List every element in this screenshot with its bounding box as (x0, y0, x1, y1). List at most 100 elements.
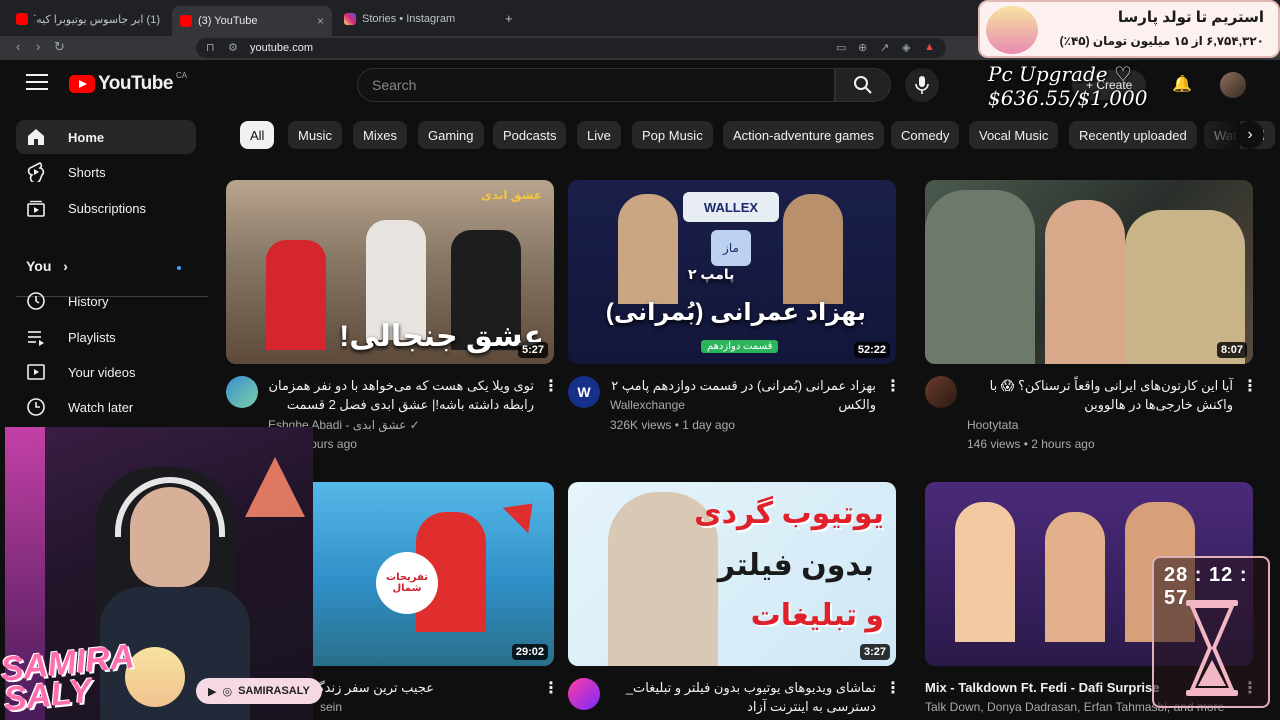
video-title[interactable]: توی ویلا یکی هست که می‌خواهد با دو نفر ه… (268, 376, 534, 414)
search-button[interactable] (835, 68, 891, 102)
thumb-overlay-text: عشق جنجالی! (339, 320, 544, 353)
sidebar-item-history[interactable]: History (16, 284, 196, 318)
sidebar-label: Home (68, 129, 105, 145)
chip-vocal-music[interactable]: Vocal Music (969, 121, 1059, 149)
channel-name[interactable]: Wallexchange (610, 396, 685, 414)
chip-scroll-right-icon[interactable]: › (1236, 121, 1264, 149)
video-title[interactable]: تماشای ویدیوهای یوتیوب بدون فیلتر و تبلی… (610, 678, 876, 716)
site-info-icon[interactable]: ⚙ (228, 41, 238, 54)
chip-comedy[interactable]: Comedy (891, 121, 960, 149)
chip-fade (1190, 118, 1240, 152)
thumb-figure (955, 502, 1015, 642)
reload-icon[interactable]: ↻ (54, 39, 65, 55)
home-icon (24, 125, 48, 149)
thumb-figure (925, 190, 1035, 364)
youtube-favicon-icon (16, 13, 28, 25)
youtube-play-icon (69, 75, 95, 93)
sidebar-label: Shorts (68, 164, 106, 180)
maz-badge: ماز (711, 230, 751, 266)
menu-icon[interactable] (26, 74, 48, 90)
mascot-avatar (986, 6, 1038, 54)
thumb-figure (618, 194, 678, 304)
sidebar-item-shorts[interactable]: Shorts (16, 155, 196, 189)
country-code: CA (175, 70, 188, 80)
chip-recently-uploaded[interactable]: Recently uploaded (1069, 121, 1197, 149)
chip-mixes[interactable]: Mixes (353, 121, 407, 149)
subscriptions-icon (24, 196, 48, 220)
microphone-icon (915, 76, 929, 94)
channel-name[interactable]: sein (320, 698, 342, 716)
sidebar-you-heading[interactable]: You › (26, 258, 68, 274)
donation-progress-text: ۶,۷۵۴,۳۲۰ از ۱۵ میلیون تومان (۴۵٪) (1059, 34, 1264, 48)
sidebar-item-your-videos[interactable]: Your videos (16, 355, 196, 389)
sidebar-item-subscriptions[interactable]: Subscriptions (16, 191, 196, 225)
thumb-overlay-text: بهزاد عمرانی (بُمرانی) (605, 299, 866, 326)
chip-all[interactable]: All (240, 121, 275, 149)
video-thumbnail[interactable]: 8:07 (925, 180, 1253, 364)
tab-title: Stories • Instagram (362, 13, 456, 25)
warning-icon[interactable]: ▲ (924, 41, 935, 53)
browser-tab[interactable]: (1) ابر جاسوس یوتیوبرا کیه؟! 🤔 - YouTube (8, 6, 168, 32)
sidebar-item-watch-later[interactable]: Watch later (16, 390, 196, 424)
chip-live[interactable]: Live (577, 121, 621, 149)
video-duration: 3:27 (859, 644, 890, 660)
thumb-figure (266, 240, 326, 350)
video-thumbnail[interactable]: WALLEX ماز پامپ ۲ بهزاد عمرانی (بُمرانی)… (568, 180, 896, 364)
chip-gaming[interactable]: Gaming (418, 121, 484, 149)
voice-search-button[interactable] (905, 68, 939, 102)
countdown-timer-widget: 28 : 12 : 57 (1152, 556, 1270, 708)
search-input[interactable] (358, 69, 834, 101)
search-icon (854, 76, 872, 94)
sidebar-item-home[interactable]: Home (16, 120, 196, 154)
forward-icon[interactable]: › (36, 39, 40, 54)
playlists-icon (24, 325, 48, 349)
more-options-icon[interactable]: ⋮ (885, 678, 901, 698)
browser-tab-active[interactable]: (3) YouTube × (172, 6, 332, 36)
wallex-badge: WALLEX (683, 192, 779, 222)
upgrade-goal-text: Pc Upgrade ♡ $636.55/$1,000 (988, 62, 1148, 110)
chip-podcasts[interactable]: Podcasts (493, 121, 567, 149)
bookmark-icon[interactable]: ⊓ (206, 41, 215, 54)
sidebar-label: History (68, 293, 109, 309)
sidebar-label: Watch later (68, 399, 134, 415)
sidebar-label: Playlists (68, 329, 116, 345)
new-tab-button[interactable]: + (505, 11, 513, 26)
back-icon[interactable]: ‹ (16, 39, 20, 54)
chip-action-adventure[interactable]: Action-adventure games (723, 121, 884, 149)
channel-avatar[interactable] (925, 376, 957, 408)
channel-avatar[interactable]: W (568, 376, 600, 408)
chip-pop-music[interactable]: Pop Music (632, 121, 713, 149)
cast-icon[interactable]: ▭ (836, 41, 846, 54)
channel-avatar[interactable] (568, 678, 600, 710)
thumb-line: بدون فیلتر (717, 549, 874, 582)
omnibox[interactable]: ⊓ ⚙ youtube.com ▭ ⊕ ↗ ◈ ▲ (196, 38, 946, 58)
youtube-icon: ▶ (208, 685, 217, 698)
channel-avatar[interactable] (226, 376, 258, 408)
donation-goal-widget: استریم تا تولد پارسا ۶,۷۵۴,۳۲۰ از ۱۵ میل… (978, 0, 1280, 58)
video-thumbnail[interactable]: عشق ابدی عشق جنجالی! 5:27 (226, 180, 554, 364)
shield-icon[interactable]: ◈ (902, 41, 910, 54)
thumb-line: و تبلیغات (750, 599, 884, 632)
thumb-pump-text: پامپ ۲ (688, 266, 735, 282)
more-options-icon[interactable]: ⋮ (543, 376, 559, 396)
chevron-right-icon: › (63, 258, 68, 274)
new-content-dot (177, 266, 181, 270)
more-options-icon[interactable]: ⋮ (543, 678, 559, 698)
search-box[interactable] (357, 68, 835, 102)
channel-name[interactable]: Hootytata (967, 416, 1018, 434)
browser-tab[interactable]: Stories • Instagram (336, 6, 496, 32)
close-tab-icon[interactable]: × (317, 14, 324, 28)
zoom-icon[interactable]: ⊕ (858, 41, 867, 54)
thumb-figure (1045, 200, 1125, 364)
instagram-favicon-icon (344, 13, 356, 25)
youtube-logo[interactable]: YouTube CA (69, 70, 188, 95)
more-options-icon[interactable]: ⋮ (1242, 376, 1258, 396)
video-thumbnail[interactable]: یوتیوب گردی بدون فیلتر و تبلیغات 3:27 (568, 482, 896, 666)
video-title[interactable]: آیا این کارتون‌های ایرانی واقعاً ترسناکن… (967, 376, 1233, 414)
tab-title: (3) YouTube (198, 15, 258, 27)
share-icon[interactable]: ↗ (880, 41, 889, 54)
hourglass-icon (1186, 600, 1238, 696)
sidebar-item-playlists[interactable]: Playlists (16, 320, 196, 354)
chip-music[interactable]: Music (288, 121, 342, 149)
more-options-icon[interactable]: ⋮ (885, 376, 901, 396)
